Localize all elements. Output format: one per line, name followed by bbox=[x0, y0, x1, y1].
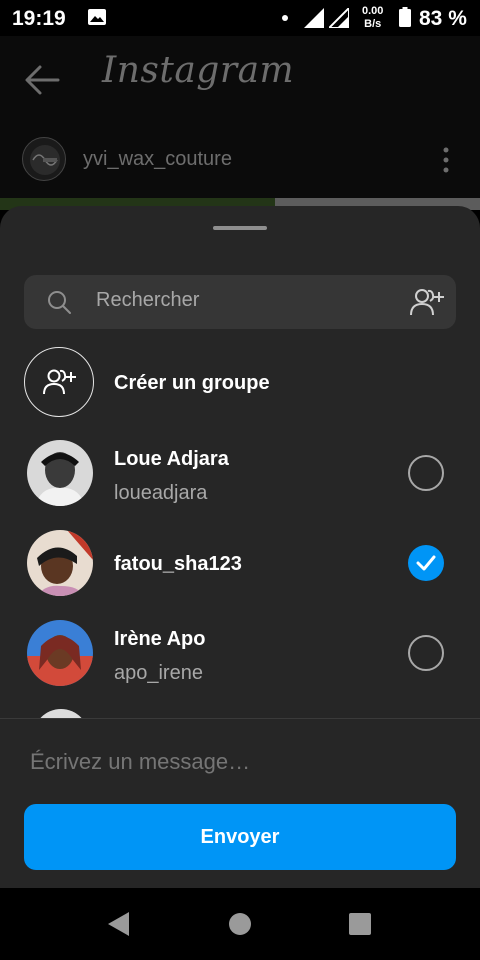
group-icon bbox=[43, 369, 76, 395]
send-button[interactable]: Envoyer bbox=[24, 804, 456, 870]
system-nav-bar bbox=[0, 888, 480, 960]
contact-row[interactable]: Irène Apo apo_irene bbox=[0, 610, 480, 696]
contact-name: Irène Apo bbox=[114, 628, 206, 650]
drag-handle[interactable] bbox=[213, 226, 267, 230]
contact-name: fatou_sha123 bbox=[114, 553, 242, 575]
contact-name: Loue Adjara bbox=[114, 448, 229, 470]
share-sheet: Rechercher Créer un groupe Loue Adjara l… bbox=[0, 206, 480, 888]
battery-icon bbox=[399, 7, 411, 27]
network-speed-unit: B/s bbox=[364, 18, 382, 30]
avatar bbox=[27, 620, 93, 686]
create-group-row[interactable]: Créer un groupe bbox=[0, 346, 480, 422]
more-options-icon[interactable] bbox=[438, 146, 454, 174]
select-radio[interactable] bbox=[408, 455, 444, 491]
contact-row[interactable]: Loue Adjara loueadjara bbox=[0, 430, 480, 516]
network-speed: 0.00 B/s bbox=[362, 5, 383, 31]
status-time: 19:19 bbox=[12, 7, 66, 30]
check-icon bbox=[416, 555, 436, 571]
contact-username: apo_irene bbox=[114, 662, 203, 684]
message-input[interactable] bbox=[30, 749, 450, 775]
select-radio[interactable] bbox=[408, 635, 444, 671]
network-speed-value: 0.00 bbox=[362, 5, 384, 17]
back-arrow-icon[interactable] bbox=[22, 62, 62, 98]
search-input[interactable]: Rechercher bbox=[96, 289, 199, 312]
message-footer: Envoyer bbox=[0, 718, 480, 888]
avatar bbox=[27, 440, 93, 506]
search-icon bbox=[48, 291, 71, 314]
instagram-logo: Instagram bbox=[102, 50, 295, 91]
profile-username[interactable]: yvi_wax_couture bbox=[83, 148, 232, 171]
search-bar[interactable]: Rechercher bbox=[24, 275, 456, 329]
nav-recents-icon[interactable] bbox=[348, 912, 372, 936]
profile-avatar[interactable] bbox=[22, 137, 66, 181]
avatar bbox=[27, 530, 93, 596]
gallery-icon bbox=[88, 9, 106, 25]
contact-row[interactable]: fatou_sha123 bbox=[0, 520, 480, 606]
nav-home-icon[interactable] bbox=[229, 912, 251, 936]
battery-percent: 83 % bbox=[419, 7, 467, 30]
create-group-label: Créer un groupe bbox=[114, 372, 270, 394]
create-group-avatar bbox=[24, 347, 94, 417]
nav-back-icon[interactable] bbox=[108, 912, 130, 936]
status-bar: 19:19 0.00 B/s 83 % bbox=[0, 0, 480, 36]
contact-username: loueadjara bbox=[114, 482, 208, 504]
signal-icon bbox=[304, 8, 324, 28]
signal-icon bbox=[329, 8, 349, 28]
notification-dot-icon bbox=[282, 15, 288, 21]
add-people-icon[interactable] bbox=[408, 286, 446, 318]
select-radio-checked[interactable] bbox=[408, 545, 444, 581]
